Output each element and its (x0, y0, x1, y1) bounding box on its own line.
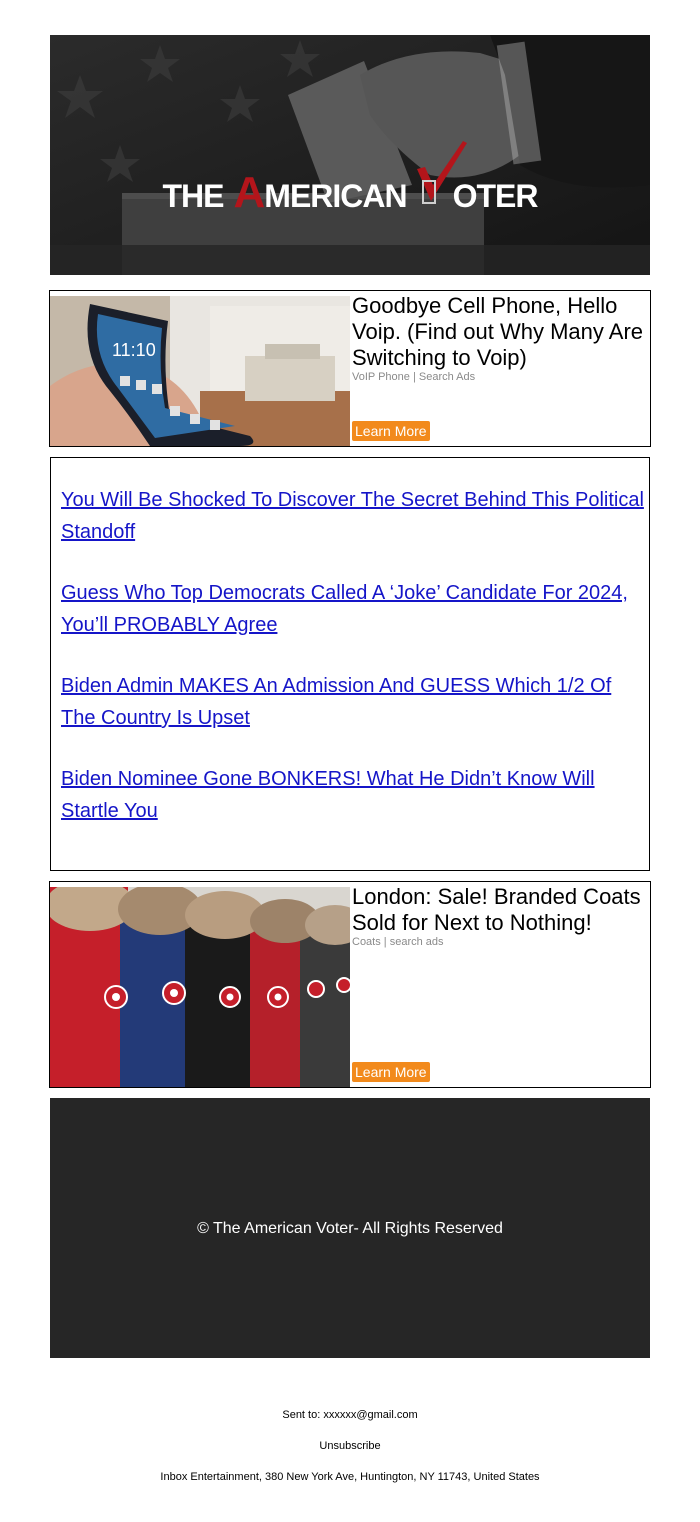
list-item: You Will Be Shocked To Discover The Secr… (61, 484, 646, 548)
footer-banner: © The American Voter- All Rights Reserve… (50, 1098, 650, 1358)
ad-headline[interactable]: Goodbye Cell Phone, Hello Voip. (Find ou… (352, 293, 646, 371)
checkmark-icon (416, 141, 467, 204)
ad-source: VoIP Phone | Search Ads (352, 371, 476, 383)
headline-link[interactable]: Guess Who Top Democrats Called A ‘Joke’ … (61, 582, 628, 636)
sent-to-text: Sent to: xxxxxx@gmail.com (282, 1409, 418, 1421)
headline-link[interactable]: Biden Nominee Gone BONKERS! What He Didn… (61, 768, 595, 822)
ad-image[interactable]: 11:10 (50, 296, 350, 446)
list-item: Biden Nominee Gone BONKERS! What He Didn… (61, 763, 646, 827)
headline-link[interactable]: You Will Be Shocked To Discover The Secr… (61, 489, 644, 543)
header-banner: THE AMERICAN OTER (50, 35, 650, 275)
ad-headline[interactable]: London: Sale! Branded Coats Sold for Nex… (352, 884, 646, 936)
sponsored-ad-voip[interactable]: 11:10 Goodbye Cell Phone, Hello Voip. (F… (49, 290, 651, 447)
unsubscribe-link[interactable]: Unsubscribe (0, 1439, 700, 1453)
learn-more-button[interactable]: Learn More (352, 1062, 430, 1082)
ad-source: Coats | search ads (352, 936, 444, 948)
logo-the: THE (162, 178, 225, 214)
copyright-text: © The American Voter- All Rights Reserve… (197, 1220, 503, 1237)
learn-more-button[interactable]: Learn More (352, 421, 430, 441)
logo-merican: MERICAN (264, 178, 407, 214)
ballot-box-photo (50, 35, 650, 275)
list-item: Guess Who Top Democrats Called A ‘Joke’ … (61, 577, 646, 641)
svg-text:11:10: 11:10 (112, 340, 156, 360)
headline-link[interactable]: Biden Admin MAKES An Admission And GUESS… (61, 675, 611, 729)
list-item: Biden Admin MAKES An Admission And GUESS… (61, 670, 646, 734)
logo-a: A (233, 168, 266, 217)
headline-list: You Will Be Shocked To Discover The Secr… (61, 484, 646, 856)
postal-address: Inbox Entertainment, 380 New York Ave, H… (160, 1471, 540, 1483)
headline-links-box: You Will Be Shocked To Discover The Secr… (50, 457, 650, 871)
ad-text: London: Sale! Branded Coats Sold for Nex… (352, 884, 646, 949)
sponsored-ad-coats[interactable]: London: Sale! Branded Coats Sold for Nex… (49, 881, 651, 1088)
logo: THE AMERICAN OTER (50, 141, 650, 223)
ad-image[interactable] (50, 887, 350, 1087)
ad-text: Goodbye Cell Phone, Hello Voip. (Find ou… (352, 293, 646, 384)
parka-coats-photo (50, 887, 350, 1087)
flexible-phone-photo: 11:10 (50, 296, 350, 446)
logo-checkmark-v (416, 141, 467, 207)
